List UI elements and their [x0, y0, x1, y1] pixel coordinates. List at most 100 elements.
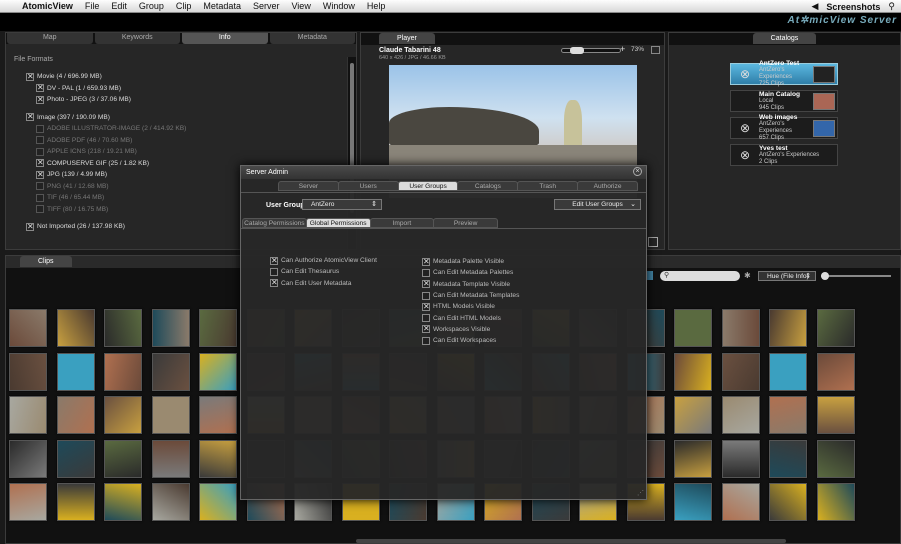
permission-item[interactable]: Can Edit Metadata Templates [422, 290, 519, 301]
permission-checkbox[interactable] [422, 324, 430, 334]
format-checkbox[interactable] [26, 112, 34, 122]
clip-thumbnail[interactable] [199, 352, 237, 391]
clip-thumbnail[interactable] [769, 352, 807, 391]
format-checkbox[interactable] [36, 170, 44, 180]
clip-thumbnail[interactable] [9, 439, 47, 478]
permission-item[interactable]: HTML Models Visible [422, 301, 495, 312]
clip-thumbnail[interactable] [151, 352, 190, 391]
format-checkbox[interactable] [36, 205, 44, 214]
clips-scrollbar[interactable] [356, 539, 786, 543]
menu-server[interactable]: Server [253, 1, 280, 11]
clip-thumbnail[interactable] [816, 352, 855, 391]
permission-checkbox[interactable] [270, 256, 278, 266]
clip-thumbnail[interactable] [104, 396, 142, 434]
clip-thumbnail[interactable] [56, 483, 95, 521]
clip-thumbnail[interactable] [721, 352, 760, 391]
menu-file[interactable]: File [85, 1, 100, 11]
permission-checkbox[interactable] [422, 302, 430, 312]
clip-thumbnail[interactable] [104, 352, 142, 391]
catalog-item-web-images[interactable]: ⊗ Web images AntZero's Experiences 657 Cli… [730, 114, 838, 141]
tab-user-groups[interactable]: User Groups [397, 181, 459, 191]
clip-thumbnail[interactable] [721, 439, 760, 478]
view-mode-icon[interactable] [646, 271, 653, 280]
clip-thumbnail[interactable] [674, 352, 712, 391]
format-checkbox[interactable] [36, 95, 44, 105]
clip-thumbnail[interactable] [104, 483, 142, 521]
format-item[interactable]: APPLE ICNS (218 / 19.21 MB) [6, 146, 356, 158]
edit-user-groups-button[interactable]: Edit User Groups ⌄ [554, 199, 641, 210]
resize-grip-icon[interactable]: ⋰ [637, 489, 644, 497]
sort-select[interactable]: Hue (File Info) ⇕ [758, 271, 816, 281]
tab-users[interactable]: Users [337, 181, 399, 191]
format-checkbox[interactable] [26, 222, 34, 232]
tab-map[interactable]: Map [7, 33, 93, 44]
clip-thumbnail[interactable] [816, 483, 855, 521]
menu-app-name[interactable]: AtomicView [22, 1, 73, 11]
permission-item[interactable]: Can Edit User Metadata [270, 278, 351, 289]
clip-thumbnail[interactable] [151, 309, 190, 347]
format-checkbox[interactable] [36, 158, 44, 168]
catalog-item-antzero-test[interactable]: ⊗ AntZero Test AntZero's Experiences 725 C… [730, 60, 838, 87]
clip-thumbnail[interactable] [151, 396, 190, 434]
format-item[interactable]: DV - PAL (1 / 659.93 MB) [6, 83, 356, 95]
tab-server[interactable]: Server [278, 181, 339, 191]
menu-edit[interactable]: Edit [111, 1, 127, 11]
permission-item[interactable]: Workspaces Visible [422, 324, 490, 335]
format-checkbox[interactable] [36, 147, 44, 156]
format-checkbox[interactable] [26, 72, 34, 82]
clip-thumbnail[interactable] [769, 396, 807, 434]
clip-thumbnail[interactable] [674, 309, 712, 347]
menu-help[interactable]: Help [367, 1, 386, 11]
catalog-item-main[interactable]: Main Catalog Local 945 Clips [730, 90, 838, 112]
clip-thumbnail[interactable] [104, 309, 142, 347]
tab-authorize[interactable]: Authorize [577, 181, 638, 191]
format-checkbox[interactable] [36, 83, 44, 93]
clip-thumbnail[interactable] [816, 439, 855, 478]
clip-thumbnail[interactable] [721, 309, 760, 347]
permission-item[interactable]: Metadata Template Visible [422, 279, 510, 290]
tab-trash[interactable]: Trash [517, 181, 579, 191]
gear-icon[interactable]: ✱ [744, 271, 756, 281]
magnifier-icon[interactable]: ⚲ [888, 1, 895, 12]
subtab-import[interactable]: Import [369, 218, 435, 228]
user-group-select[interactable]: AntZero ⇕ [302, 199, 382, 210]
clips-search-input[interactable]: ⚲ [660, 271, 740, 281]
permission-checkbox[interactable] [270, 278, 278, 288]
clip-thumbnail[interactable] [674, 483, 712, 521]
clip-thumbnail[interactable] [9, 483, 47, 521]
clip-thumbnail[interactable] [199, 439, 237, 478]
menu-group[interactable]: Group [139, 1, 164, 11]
subtab-catalog-permissions[interactable]: Catalog Permissions [242, 218, 307, 228]
subtab-preview[interactable]: Preview [433, 218, 498, 228]
thumb-size-knob[interactable] [821, 272, 829, 280]
fit-window-icon[interactable] [651, 46, 660, 54]
clip-thumbnail[interactable] [769, 439, 807, 478]
permission-checkbox[interactable] [422, 257, 430, 267]
format-checkbox[interactable] [36, 193, 44, 202]
clip-thumbnail[interactable] [56, 352, 95, 391]
clip-thumbnail[interactable] [151, 439, 190, 478]
clip-thumbnail[interactable] [56, 309, 95, 347]
clip-thumbnail[interactable] [56, 439, 95, 478]
zoom-in-icon[interactable]: + [620, 44, 625, 54]
clip-thumbnail[interactable] [199, 396, 237, 434]
clip-thumbnail[interactable] [769, 309, 807, 347]
clip-thumbnail[interactable] [199, 309, 237, 347]
permission-checkbox[interactable] [422, 291, 430, 300]
thumb-size-slider[interactable] [821, 272, 891, 280]
permission-checkbox[interactable] [422, 268, 430, 277]
tab-info[interactable]: Info [182, 33, 268, 44]
format-item[interactable]: ADOBE PDF (46 / 70.60 MB) [6, 135, 356, 147]
clip-thumbnail[interactable] [104, 439, 142, 478]
tab-metadata[interactable]: Metadata [269, 33, 355, 44]
clip-thumbnail[interactable] [816, 396, 855, 434]
close-icon[interactable]: × [633, 167, 642, 176]
clip-thumbnail[interactable] [674, 396, 712, 434]
catalog-item-yves-test[interactable]: ⊗ Yves test AntZero's Experiences 2 Clips [730, 144, 838, 166]
format-item[interactable]: ADOBE ILLUSTRATOR-IMAGE (2 / 414.92 KB) [6, 123, 356, 135]
menu-screenshots[interactable]: Screenshots [826, 2, 880, 12]
clip-thumbnail[interactable] [9, 396, 47, 434]
format-item[interactable]: Photo - JPEG (3 / 37.06 MB) [6, 94, 356, 106]
permission-item[interactable]: Can Edit Metadata Palettes [422, 267, 513, 278]
menu-window[interactable]: Window [323, 1, 355, 11]
